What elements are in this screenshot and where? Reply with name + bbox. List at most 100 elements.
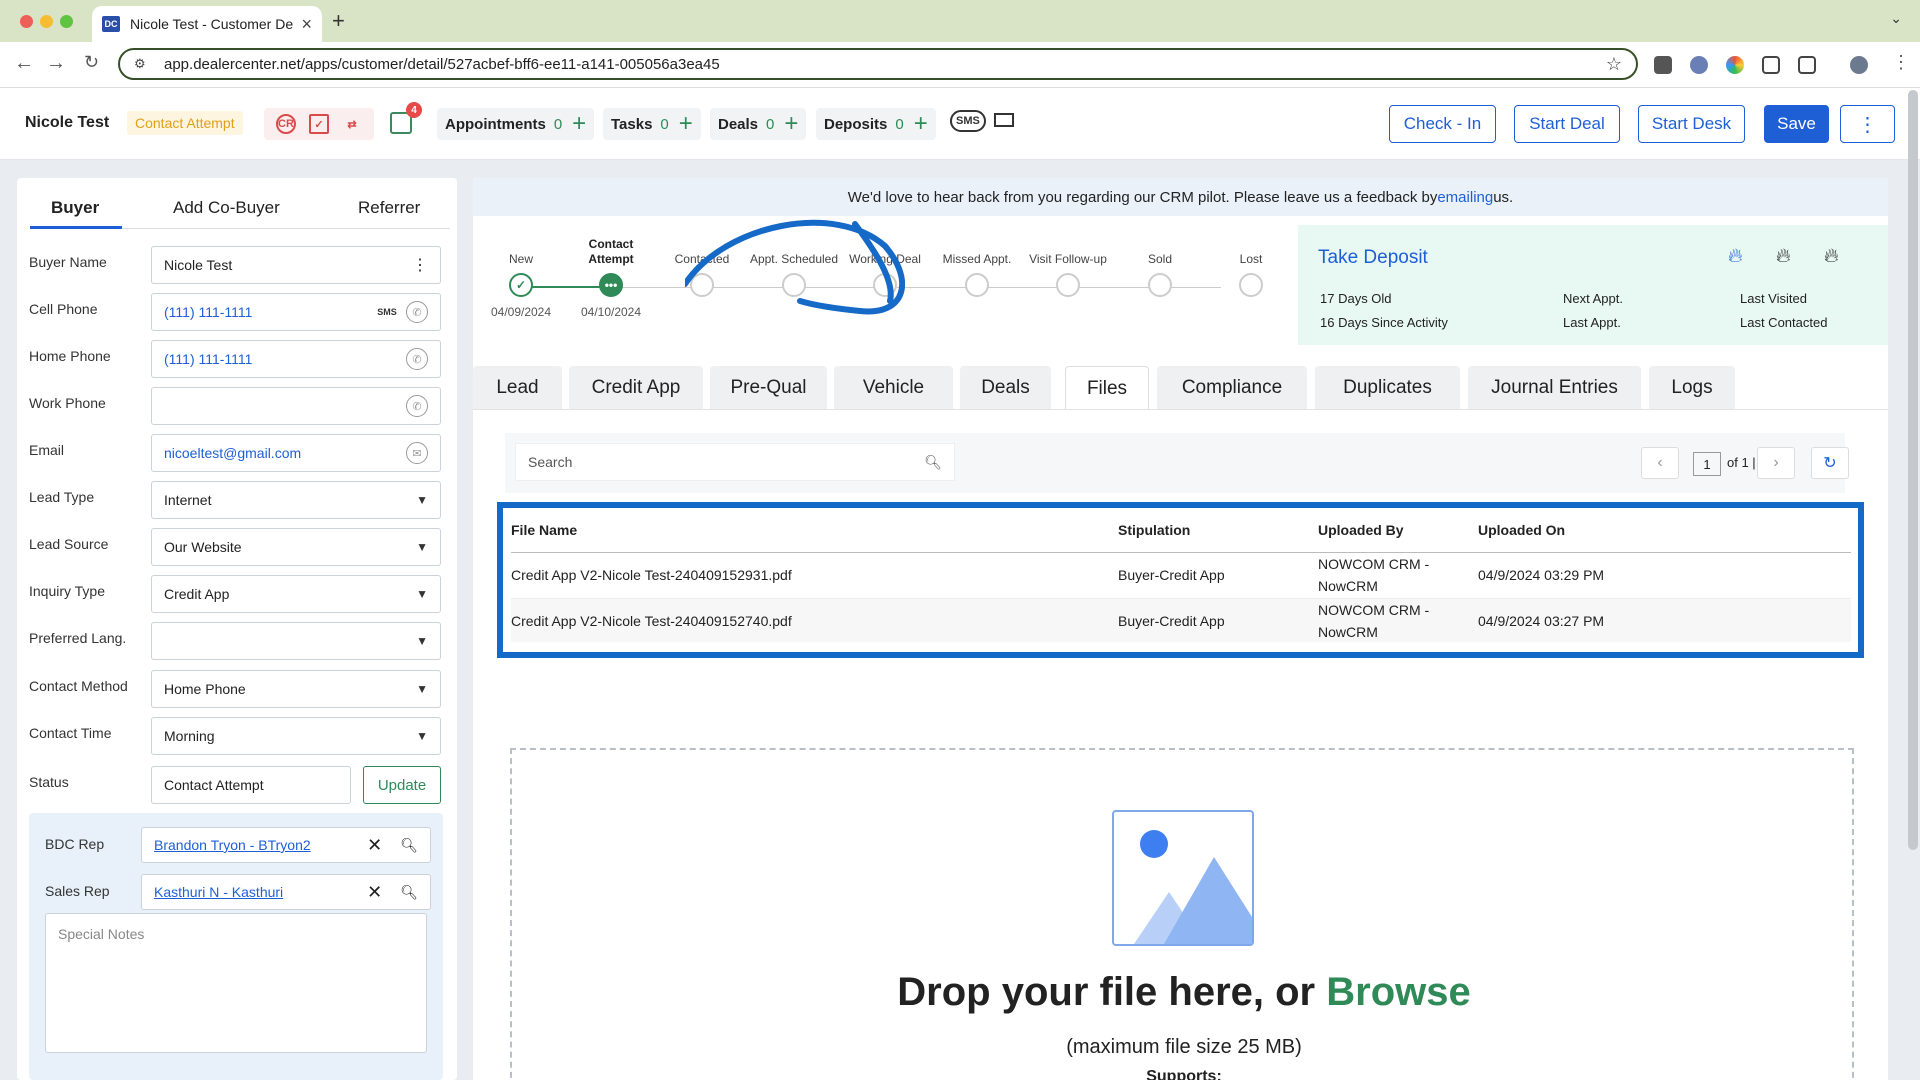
- start-deal-button[interactable]: Start Deal: [1514, 105, 1620, 143]
- save-button[interactable]: Save: [1764, 105, 1829, 143]
- extension-icon[interactable]: [1726, 56, 1744, 74]
- special-notes-textarea[interactable]: Special Notes: [45, 913, 427, 1053]
- stage-contact-attempt[interactable]: Contact Attempt ••• 04/10/2024: [566, 237, 656, 319]
- deposits-counter[interactable]: Deposits 0 +: [816, 108, 936, 140]
- stage-lost[interactable]: Lost: [1206, 237, 1296, 297]
- tab-deals[interactable]: Deals: [960, 366, 1051, 410]
- tab-lead[interactable]: Lead: [473, 366, 562, 410]
- extensions-puzzle-icon[interactable]: [1798, 56, 1816, 74]
- checklist-icon[interactable]: ✓: [309, 114, 329, 134]
- close-window-button[interactable]: [20, 15, 33, 28]
- new-tab-icon[interactable]: +: [332, 8, 345, 34]
- trade-icon[interactable]: ⇄: [342, 114, 362, 134]
- tab-duplicates[interactable]: Duplicates: [1315, 366, 1460, 410]
- page-number-input[interactable]: 1: [1693, 452, 1721, 476]
- stage-missed-appt[interactable]: Missed Appt.: [932, 237, 1022, 297]
- add-deal-icon[interactable]: +: [784, 112, 798, 136]
- hot-lead-icon[interactable]: 🔥︎: [1728, 245, 1743, 268]
- mail-icon[interactable]: [994, 113, 1014, 127]
- search-input[interactable]: Search 🔍︎: [515, 443, 955, 481]
- back-icon[interactable]: ←: [14, 52, 34, 75]
- minimize-window-button[interactable]: [40, 15, 53, 28]
- tab-vehicle[interactable]: Vehicle: [834, 366, 953, 410]
- file-dropzone[interactable]: Drop your file here, or Browse (maximum …: [510, 748, 1854, 1080]
- send-email-icon[interactable]: ✉: [406, 442, 428, 464]
- status-field[interactable]: Contact Attempt: [151, 766, 351, 804]
- table-row[interactable]: Credit App V2-Nicole Test-240409152931.p…: [511, 553, 1851, 597]
- file-name-cell[interactable]: Credit App V2-Nicole Test-240409152740.p…: [511, 599, 792, 643]
- tasks-counter[interactable]: Tasks 0 +: [603, 108, 701, 140]
- browse-link[interactable]: Browse: [1326, 970, 1471, 1014]
- tab-pre-qual[interactable]: Pre-Qual: [710, 366, 827, 410]
- email-field[interactable]: nicoeltest@gmail.com ✉: [151, 434, 441, 472]
- column-header-uploaded-on[interactable]: Uploaded On: [1478, 522, 1565, 538]
- site-info-icon[interactable]: ⚙: [134, 56, 150, 72]
- column-header-uploaded-by[interactable]: Uploaded By: [1318, 522, 1404, 538]
- table-row[interactable]: Credit App V2-Nicole Test-240409152740.p…: [511, 598, 1851, 642]
- stage-sold[interactable]: Sold: [1115, 237, 1205, 297]
- home-phone-field[interactable]: (111) 111-1111 ✆: [151, 340, 441, 378]
- sms-icon[interactable]: SMS: [950, 110, 986, 132]
- screen-capture-icon[interactable]: [1762, 56, 1780, 74]
- next-page-button[interactable]: ›: [1757, 447, 1795, 479]
- prev-page-button[interactable]: ‹: [1641, 447, 1679, 479]
- add-deposit-icon[interactable]: +: [914, 112, 928, 136]
- close-tab-icon[interactable]: ×: [301, 14, 312, 35]
- search-icon[interactable]: 🔍︎: [400, 837, 418, 854]
- update-status-button[interactable]: Update: [363, 766, 441, 804]
- check-in-button[interactable]: Check - In: [1389, 105, 1496, 143]
- column-header-stipulation[interactable]: Stipulation: [1118, 522, 1190, 538]
- add-task-icon[interactable]: +: [679, 112, 693, 136]
- tab-journal-entries[interactable]: Journal Entries: [1468, 366, 1641, 410]
- preferred-lang-select[interactable]: ▼: [151, 622, 441, 660]
- cell-phone-field[interactable]: (111) 111-1111 SMS ✆: [151, 293, 441, 331]
- profile-avatar[interactable]: [1850, 56, 1868, 74]
- stage-visit-follow-up[interactable]: Visit Follow-up: [1023, 237, 1113, 297]
- add-appointment-icon[interactable]: +: [572, 112, 586, 136]
- tab-add-co-buyer[interactable]: Add Co-Buyer: [173, 198, 280, 218]
- bdc-rep-field[interactable]: Brandon Tryon - BTryon2 ✕ 🔍︎: [141, 827, 431, 863]
- contact-method-select[interactable]: Home Phone ▼: [151, 670, 441, 708]
- sales-rep-value[interactable]: Kasthuri N - Kasthuri: [154, 884, 367, 900]
- work-phone-field[interactable]: ✆: [151, 387, 441, 425]
- maximize-window-button[interactable]: [60, 15, 73, 28]
- extension-icon[interactable]: [1690, 56, 1708, 74]
- sales-rep-field[interactable]: Kasthuri N - Kasthuri ✕ 🔍︎: [141, 874, 431, 910]
- tab-referrer[interactable]: Referrer: [358, 198, 420, 218]
- bdc-rep-value[interactable]: Brandon Tryon - BTryon2: [154, 837, 367, 853]
- tab-credit-app[interactable]: Credit App: [569, 366, 703, 410]
- search-icon[interactable]: 🔍︎: [924, 454, 942, 471]
- tab-search-icon[interactable]: ⌄: [1890, 10, 1902, 27]
- column-header-file-name[interactable]: File Name: [511, 522, 577, 538]
- stage-new[interactable]: New ✓ 04/09/2024: [476, 237, 566, 319]
- contact-time-select[interactable]: Morning ▼: [151, 717, 441, 755]
- tab-compliance[interactable]: Compliance: [1157, 366, 1307, 410]
- feedback-email-link[interactable]: emailing: [1437, 189, 1493, 206]
- search-icon[interactable]: 🔍︎: [400, 884, 418, 901]
- take-deposit-link[interactable]: Take Deposit: [1318, 247, 1428, 269]
- file-name-cell[interactable]: Credit App V2-Nicole Test-240409152931.p…: [511, 553, 792, 597]
- forward-icon[interactable]: →: [46, 52, 66, 75]
- cold-lead-icon[interactable]: 🔥︎: [1824, 245, 1839, 268]
- tab-buyer[interactable]: Buyer: [51, 198, 99, 218]
- lead-type-select[interactable]: Internet ▼: [151, 481, 441, 519]
- tab-logs[interactable]: Logs: [1649, 366, 1735, 410]
- more-options-button[interactable]: ⋮: [1840, 105, 1895, 143]
- reload-icon[interactable]: ↻: [84, 52, 99, 73]
- start-desk-button[interactable]: Start Desk: [1638, 105, 1745, 143]
- tab-files[interactable]: Files: [1065, 366, 1149, 410]
- deals-counter[interactable]: Deals 0 +: [710, 108, 807, 140]
- sms-icon[interactable]: SMS: [376, 301, 398, 323]
- phone-call-icon[interactable]: ✆: [406, 301, 428, 323]
- bookmark-star-icon[interactable]: ☆: [1606, 54, 1622, 75]
- appointments-counter[interactable]: Appointments 0 +: [437, 108, 595, 140]
- extension-icon[interactable]: [1654, 56, 1672, 74]
- address-bar[interactable]: ⚙ app.dealercenter.net/apps/customer/det…: [118, 48, 1638, 80]
- phone-call-icon[interactable]: ✆: [406, 348, 428, 370]
- clear-icon[interactable]: ✕: [367, 882, 382, 903]
- phone-call-icon[interactable]: ✆: [406, 395, 428, 417]
- lead-source-select[interactable]: Our Website ▼: [151, 528, 441, 566]
- browser-menu-icon[interactable]: ⋮: [1892, 52, 1910, 73]
- more-icon[interactable]: ⋮: [412, 255, 428, 275]
- page-scrollbar[interactable]: [1908, 90, 1918, 850]
